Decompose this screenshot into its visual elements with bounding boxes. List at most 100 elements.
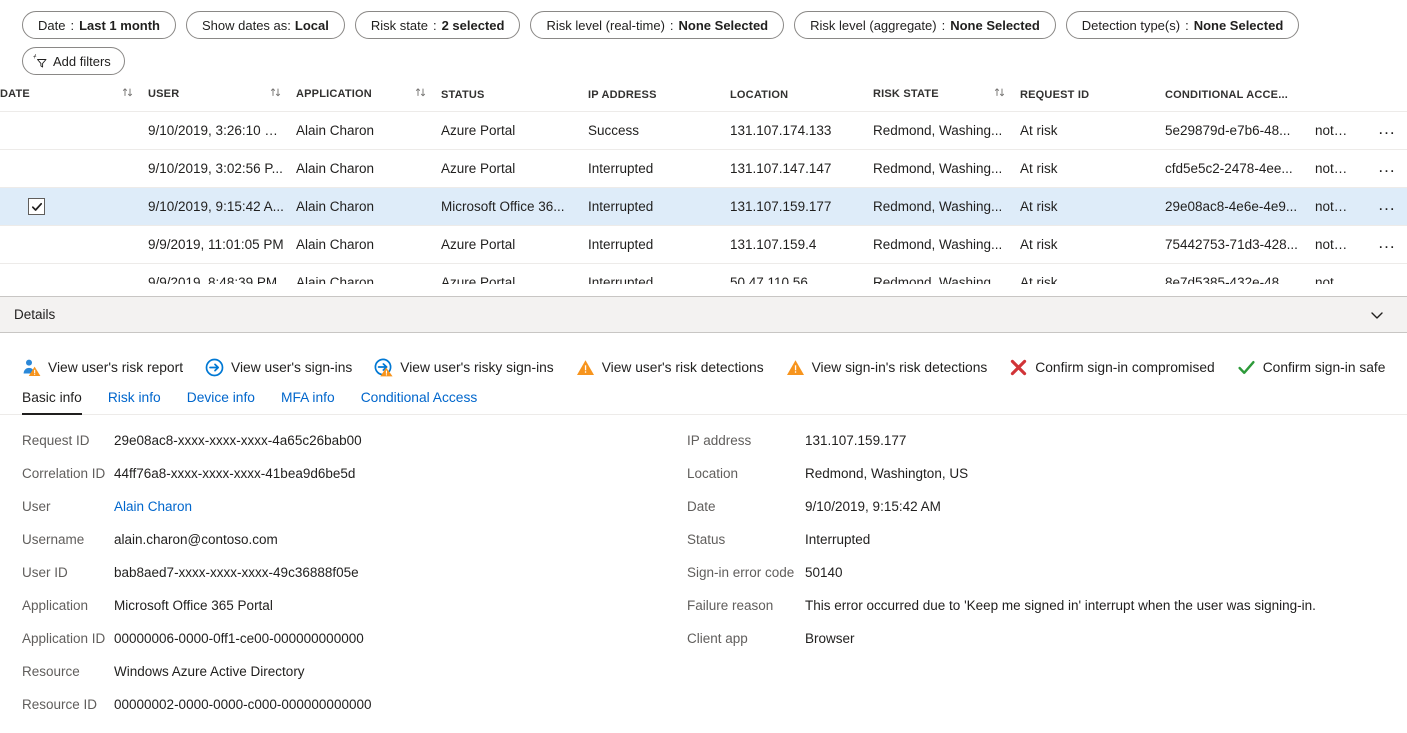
cell-text: 131.107.174.133 (730, 123, 832, 138)
row-more-cell[interactable]: ... (1367, 225, 1407, 264)
table-row[interactable]: 9/10/2019, 3:02:56 P... Alain Charon Azure… (0, 149, 1407, 188)
cell-location: Redmond, Washing... (873, 187, 1020, 226)
sort-arrows-icon[interactable] (122, 87, 134, 101)
column-header-conditional-acce[interactable]: CONDITIONAL ACCE... (1165, 87, 1315, 112)
cell-location: Redmond, Washing (873, 263, 1020, 284)
row-select-cell[interactable] (0, 225, 148, 264)
cell-user: Alain Charon (296, 187, 441, 226)
more-options-icon[interactable]: ... (1367, 120, 1407, 141)
sort-arrows-icon[interactable] (270, 87, 282, 101)
view-users-risk-detections[interactable]: View user's risk detections (576, 358, 764, 377)
add-filters-button[interactable]: + Add filters (22, 47, 125, 75)
field-row: Application ID 00000006-0000-0ff1-ce00-00… (22, 631, 687, 646)
view-users-sign-ins[interactable]: View user's sign-ins (205, 358, 352, 377)
details-title: Details (14, 307, 56, 322)
column-header-risk-state[interactable]: RISK STATE (873, 87, 1020, 112)
cell-text: Azure Portal (441, 275, 516, 284)
cell-text: Alain Charon (296, 237, 375, 252)
column-header-location[interactable]: LOCATION (730, 87, 873, 112)
filter-risk-state[interactable]: Risk state:2 selected (354, 11, 521, 39)
sort-arrows-icon[interactable] (994, 87, 1006, 101)
action-label: Confirm sign-in compromised (1035, 360, 1215, 375)
actions-column-header (1315, 87, 1367, 112)
view-users-risk-report[interactable]: View user's risk report (22, 358, 183, 377)
cell-request-id: 5e29879d-e7b6-48... (1165, 111, 1315, 150)
cell-text: 75442753-71d3-428... (1165, 237, 1298, 252)
row-more-cell[interactable]: ... (1367, 111, 1407, 150)
cell-risk-state: At risk (1020, 149, 1165, 188)
filter-detection-types[interactable]: Detection type(s): None Selected (1065, 11, 1300, 39)
filter-value: 2 selected (441, 17, 505, 33)
row-select-cell[interactable] (0, 111, 148, 150)
tab-mfa-info[interactable]: MFA info (281, 386, 335, 414)
cell-text: Alain Charon (296, 199, 375, 214)
column-header-ip-address[interactable]: IP ADDRESS (588, 87, 730, 112)
filter-risk-level-aggregate[interactable]: Risk level (aggregate): None Selected (794, 11, 1056, 39)
cell-ip: 50.47.110.56 (730, 263, 873, 284)
cell-status: Success (588, 111, 730, 150)
filter-separator: : (432, 17, 437, 33)
cell-request-id: 75442753-71d3-428... (1165, 225, 1315, 264)
cell-user: Alain Charon (296, 225, 441, 264)
field-row: User ID bab8aed7-xxxx-xxxx-xxxx-49c36888f… (22, 565, 687, 580)
table-row[interactable]: 9/10/2019, 3:26:10 PM Alain Charon Azure P… (0, 111, 1407, 150)
cell-text: 9/9/2019, 11:01:05 PM (148, 237, 284, 252)
column-header-date[interactable]: DATE (0, 87, 148, 112)
cell-text: 131.107.159.177 (730, 199, 832, 214)
row-more-cell[interactable]: ... (1367, 187, 1407, 226)
column-header-status[interactable]: STATUS (441, 87, 588, 112)
confirm-sign-in-compromised[interactable]: Confirm sign-in compromised (1009, 358, 1215, 377)
table-row[interactable]: 9/10/2019, 9:15:42 A... Alain Charon Micro… (0, 187, 1407, 226)
chevron-down-icon[interactable] (1361, 303, 1393, 327)
add-filters-label: Add filters (53, 53, 111, 69)
view-users-risky-sign-ins[interactable]: View user's risky sign-ins (374, 358, 554, 377)
field-value: 50140 (805, 565, 843, 580)
column-header-user[interactable]: USER (148, 87, 296, 112)
row-checkbox[interactable] (28, 198, 45, 215)
filter-separator: : (941, 17, 946, 33)
tab-conditional-access[interactable]: Conditional Access (361, 386, 478, 414)
table-row[interactable]: 9/9/2019, 8:48:39 PM Alain Charon Azure Po… (0, 263, 1407, 284)
column-header-request-id[interactable]: REQUEST ID (1020, 87, 1165, 112)
row-select-cell[interactable] (0, 187, 148, 226)
details-splitter-bar[interactable]: Details (0, 296, 1407, 333)
action-label: View user's risk detections (601, 360, 764, 375)
field-row: Date 9/10/2019, 9:15:42 AM (687, 499, 1387, 514)
cell-text: 131.107.159.4 (730, 237, 817, 252)
sort-arrows-icon[interactable] (415, 87, 427, 101)
tab-basic-info[interactable]: Basic info (22, 386, 82, 415)
more-options-icon[interactable]: ... (1367, 272, 1407, 284)
more-options-icon[interactable]: ... (1367, 196, 1407, 217)
more-options-icon[interactable]: ... (1367, 234, 1407, 255)
field-value[interactable]: Alain Charon (114, 499, 192, 514)
risky-signin-icon (374, 358, 393, 377)
table-row[interactable]: 9/9/2019, 11:01:05 PM Alain Charon Azure P… (0, 225, 1407, 264)
cell-location: Redmond, Washing... (873, 225, 1020, 264)
column-header-label: DATE (0, 88, 30, 100)
cell-text: Interrupted (588, 199, 654, 214)
cell-risk-state: At risk (1020, 225, 1165, 264)
filter-show-dates-as[interactable]: Show dates as: Local (186, 11, 345, 39)
field-label: Correlation ID (22, 466, 106, 481)
sign-ins-table-container[interactable]: DATE USER APPLICATION STATUS IP ADDRESS LOCAT… (0, 87, 1407, 284)
more-options-icon[interactable]: ... (1367, 158, 1407, 179)
filter-date[interactable]: Date: Last 1 month (22, 11, 176, 39)
red-x-icon (1009, 358, 1028, 377)
filter-risk-level-realtime[interactable]: Risk level (real-time): None Selected (530, 11, 785, 39)
cell-text: notApplied (1315, 161, 1367, 176)
column-header-application[interactable]: APPLICATION (296, 87, 441, 112)
tab-risk-info[interactable]: Risk info (108, 386, 161, 414)
view-sign-ins-risk-detections[interactable]: View sign-in's risk detections (786, 358, 987, 377)
tab-device-info[interactable]: Device info (187, 386, 255, 414)
row-select-cell[interactable] (0, 149, 148, 188)
row-more-cell[interactable]: ... (1367, 263, 1407, 284)
row-more-cell[interactable]: ... (1367, 149, 1407, 188)
cell-ip: 131.107.159.177 (730, 187, 873, 226)
row-select-cell[interactable] (0, 263, 148, 284)
column-header-label: CONDITIONAL ACCE... (1165, 89, 1288, 101)
confirm-sign-in-safe[interactable]: Confirm sign-in safe (1237, 358, 1385, 377)
cell-text: Redmond, Washing... (873, 237, 1003, 252)
signin-arrow-icon (205, 358, 224, 377)
warning-icon (786, 358, 805, 377)
sign-ins-table: DATE USER APPLICATION STATUS IP ADDRESS LOCAT… (0, 87, 1407, 284)
